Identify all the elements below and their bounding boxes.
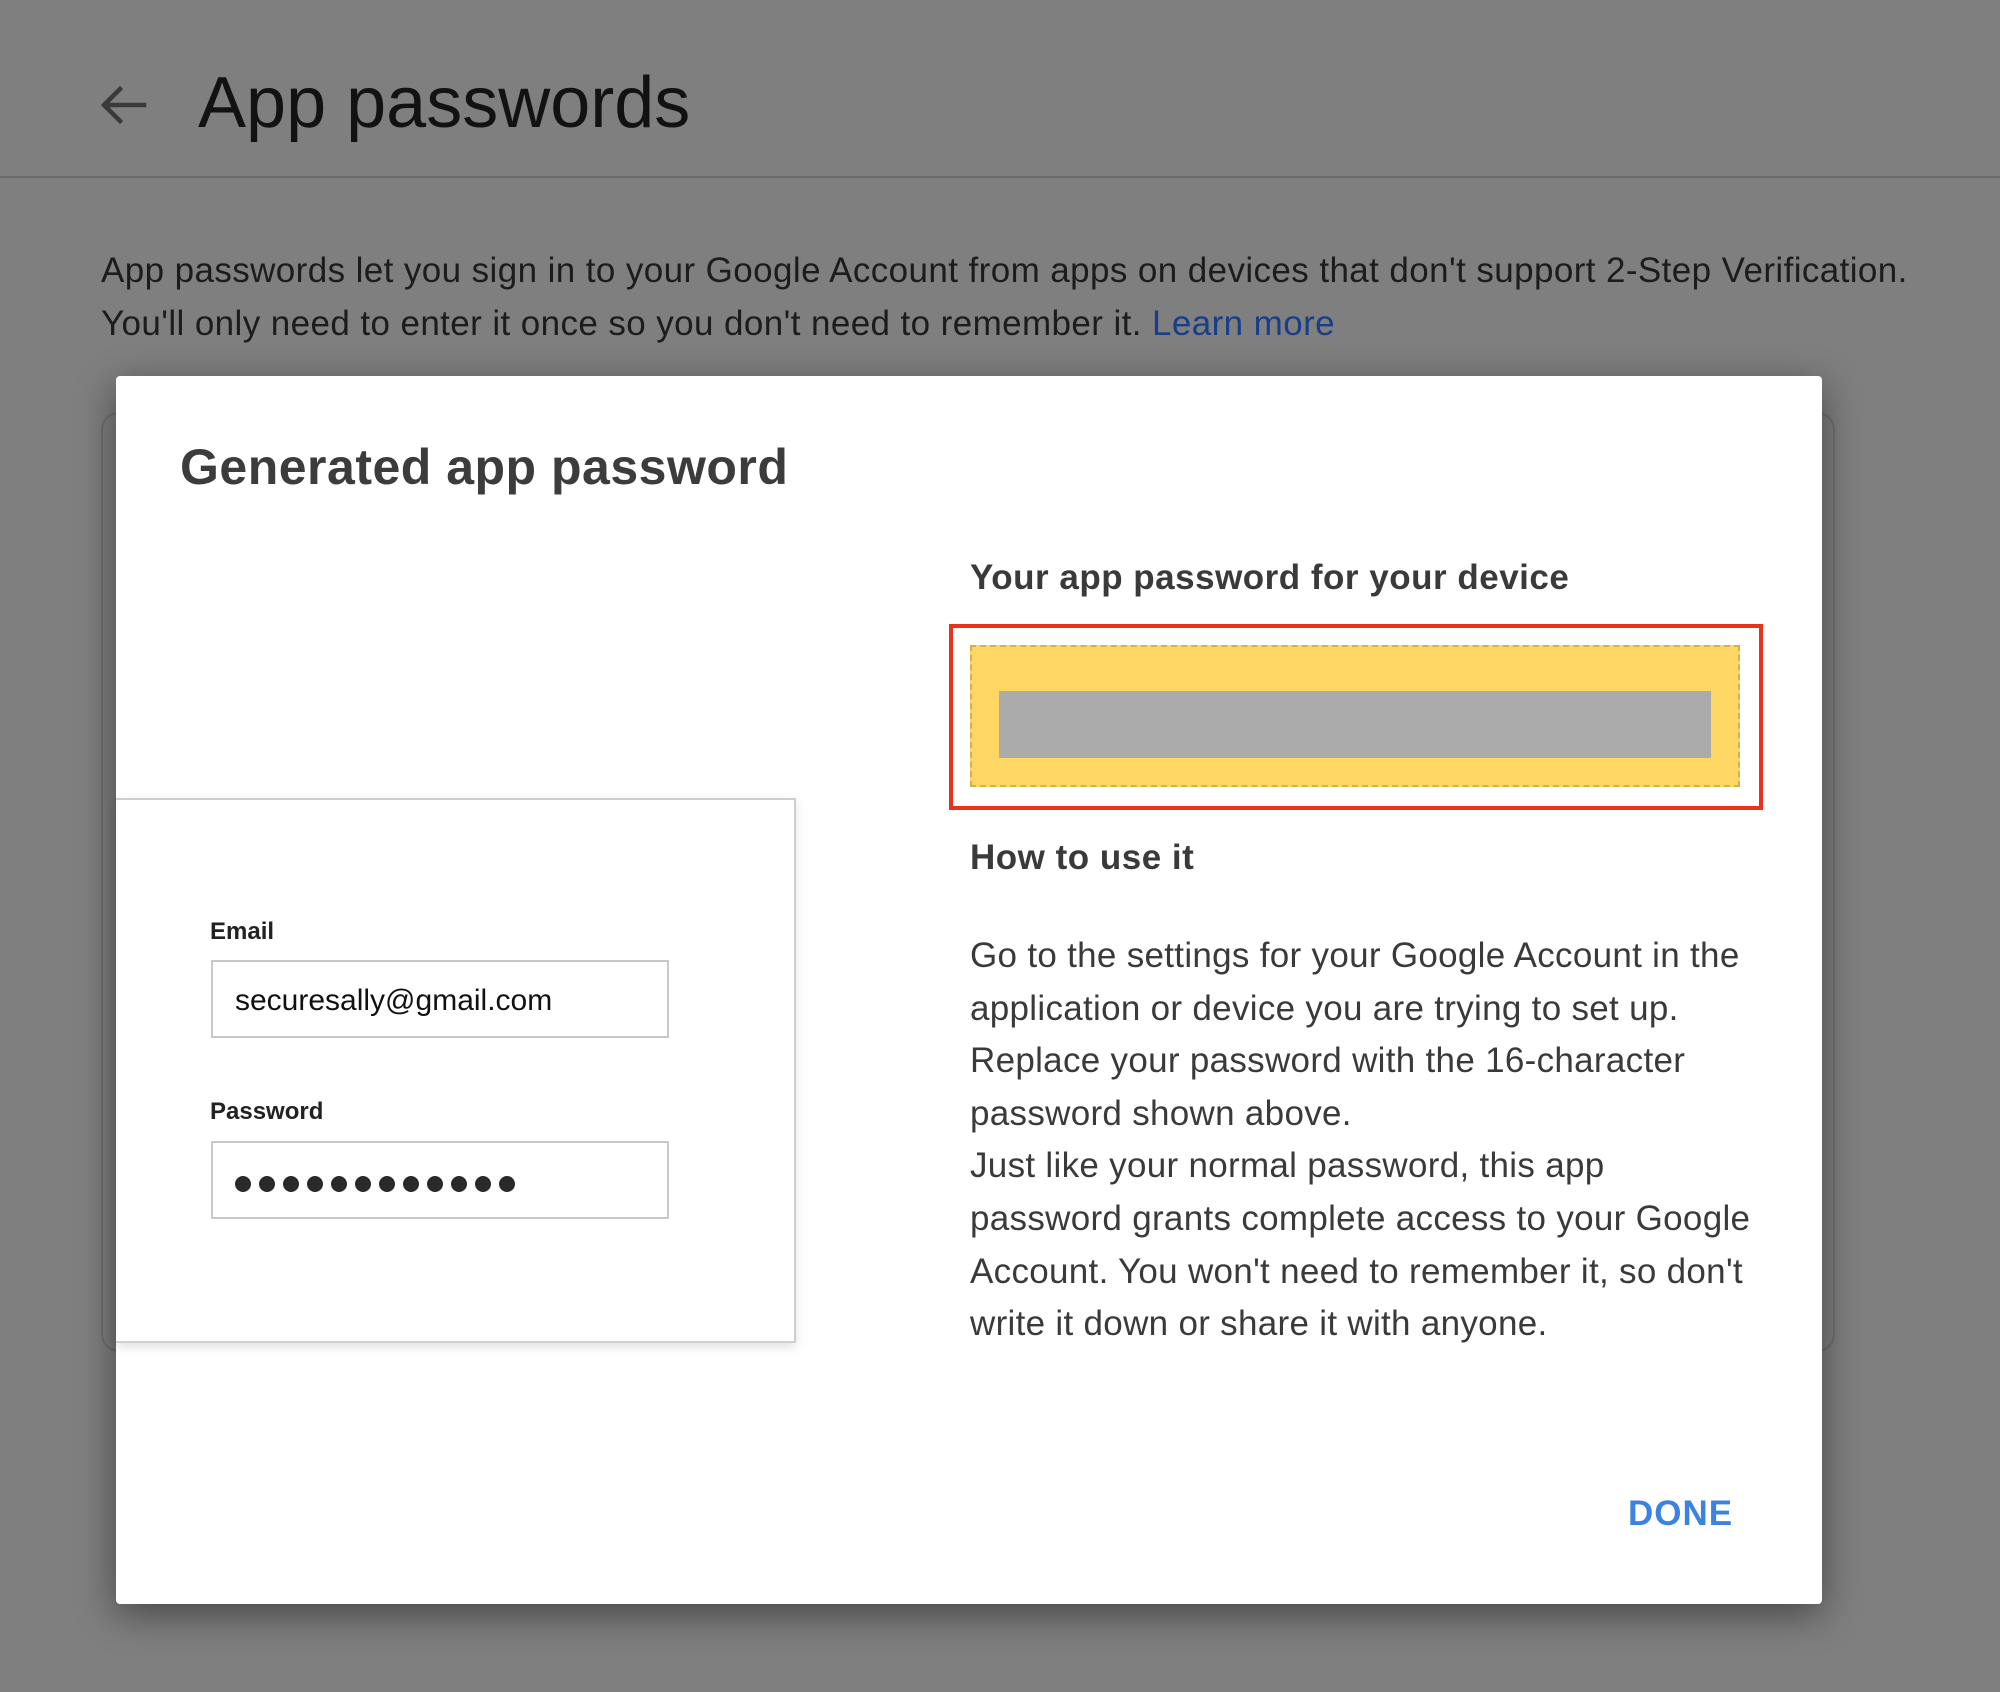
- dialog-title: Generated app password: [180, 439, 789, 495]
- password-dot: [499, 1176, 515, 1192]
- page-title: App passwords: [198, 63, 691, 143]
- how-to-paragraph-2: Just like your normal password, this app…: [970, 1146, 1751, 1344]
- password-dot: [283, 1176, 299, 1192]
- email-value: securesally@gmail.com: [235, 984, 553, 1017]
- intro-text: App passwords let you sign in to your Go…: [101, 244, 1921, 350]
- generated-password-dialog: Generated app password Email securesally…: [116, 376, 1822, 1604]
- password-dot: [235, 1176, 251, 1192]
- learn-more-link[interactable]: Learn more: [1152, 304, 1335, 343]
- password-heading: Your app password for your device: [970, 558, 1570, 597]
- password-dot: [259, 1176, 275, 1192]
- password-dot: [403, 1176, 419, 1192]
- email-label: Email: [210, 918, 275, 945]
- how-to-paragraph-1: Go to the settings for your Google Accou…: [970, 936, 1740, 1133]
- page-header: App passwords: [0, 0, 2000, 178]
- done-button[interactable]: DONE: [1616, 1486, 1745, 1542]
- how-to-use-heading: How to use it: [970, 838, 1195, 877]
- password-dot: [307, 1176, 323, 1192]
- password-field: [211, 1141, 669, 1219]
- how-to-use-text: Go to the settings for your Google Accou…: [970, 930, 1760, 1351]
- sign-in-illustration: Email securesally@gmail.com Password: [116, 798, 796, 1343]
- password-dots: [235, 1176, 515, 1192]
- arrow-left-icon[interactable]: [98, 80, 148, 130]
- redacted-password: [999, 691, 1711, 758]
- password-dot: [451, 1176, 467, 1192]
- password-dot: [355, 1176, 371, 1192]
- password-dot: [475, 1176, 491, 1192]
- password-dot: [427, 1176, 443, 1192]
- password-label: Password: [210, 1098, 324, 1125]
- password-dot: [379, 1176, 395, 1192]
- email-field: securesally@gmail.com: [211, 960, 669, 1038]
- password-dot: [331, 1176, 347, 1192]
- app-password-box[interactable]: [970, 645, 1740, 787]
- intro-description: App passwords let you sign in to your Go…: [101, 251, 1908, 343]
